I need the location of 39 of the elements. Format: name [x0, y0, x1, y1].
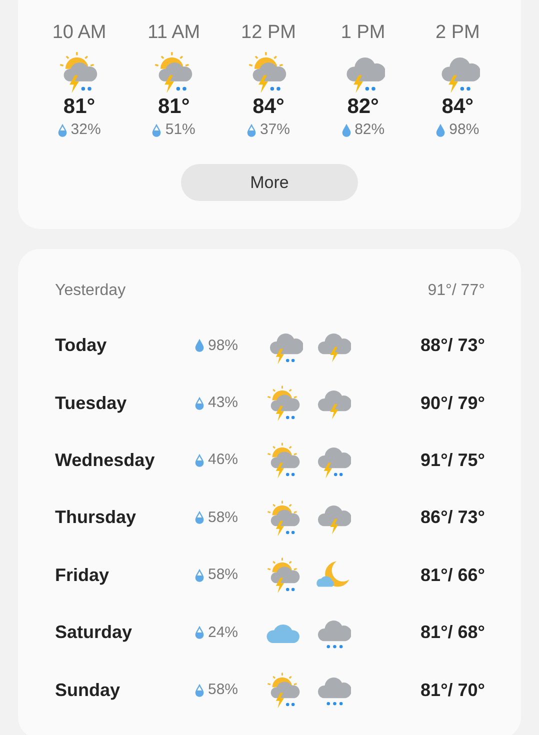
day-name: Sunday [55, 678, 122, 702]
precipitation-chance: 98% [208, 336, 238, 356]
temperature: 81° [63, 94, 96, 120]
hour-label: 12 PM [241, 21, 296, 45]
temperature: 81° [158, 94, 190, 120]
yesterday-label: Yesterday [55, 281, 126, 301]
high-low-temperatures: 88°/ 73° [420, 334, 485, 358]
high-low-temperatures: 81°/ 68° [420, 621, 485, 644]
precipitation-chance: 51% [165, 120, 196, 140]
day-name: Tuesday [55, 392, 128, 415]
precipitation-chance: 98% [449, 120, 480, 140]
precipitation-chance: 37% [260, 120, 290, 140]
high-low-temperatures: 91°/ 75° [420, 448, 485, 472]
precipitation-chance: 58% [208, 508, 238, 528]
day-name: Wednesday [55, 448, 156, 472]
yesterday-temperatures: 91°/ 77° [428, 281, 485, 301]
temperature: 84° [252, 94, 284, 120]
temperature: 84° [442, 94, 474, 120]
precipitation-chance: 32% [70, 120, 101, 140]
precipitation-chance: 82% [354, 120, 385, 140]
hour-label: 10 AM [52, 21, 106, 45]
high-low-temperatures: 90°/ 79° [420, 392, 485, 415]
precipitation-chance: 46% [208, 450, 238, 470]
high-low-temperatures: 81°/ 66° [420, 564, 485, 587]
hour-label: 1 PM [340, 21, 386, 45]
day-name: Thursday [55, 506, 138, 530]
precipitation-chance: 43% [208, 393, 238, 414]
hour-label: 2 PM [436, 21, 480, 45]
day-name: Saturday [55, 621, 134, 644]
precipitation-chance: 24% [208, 622, 238, 643]
hour-label: 11 AM [148, 21, 200, 45]
more-button[interactable]: More [181, 164, 358, 201]
high-low-temperatures: 86°/ 73° [420, 506, 485, 530]
temperature: 82° [347, 94, 379, 120]
day-name: Friday [55, 564, 110, 587]
day-name: Today [55, 334, 108, 358]
precipitation-chance: 58% [208, 565, 238, 586]
precipitation-chance: 58% [208, 680, 238, 700]
high-low-temperatures: 81°/ 70° [420, 678, 485, 702]
